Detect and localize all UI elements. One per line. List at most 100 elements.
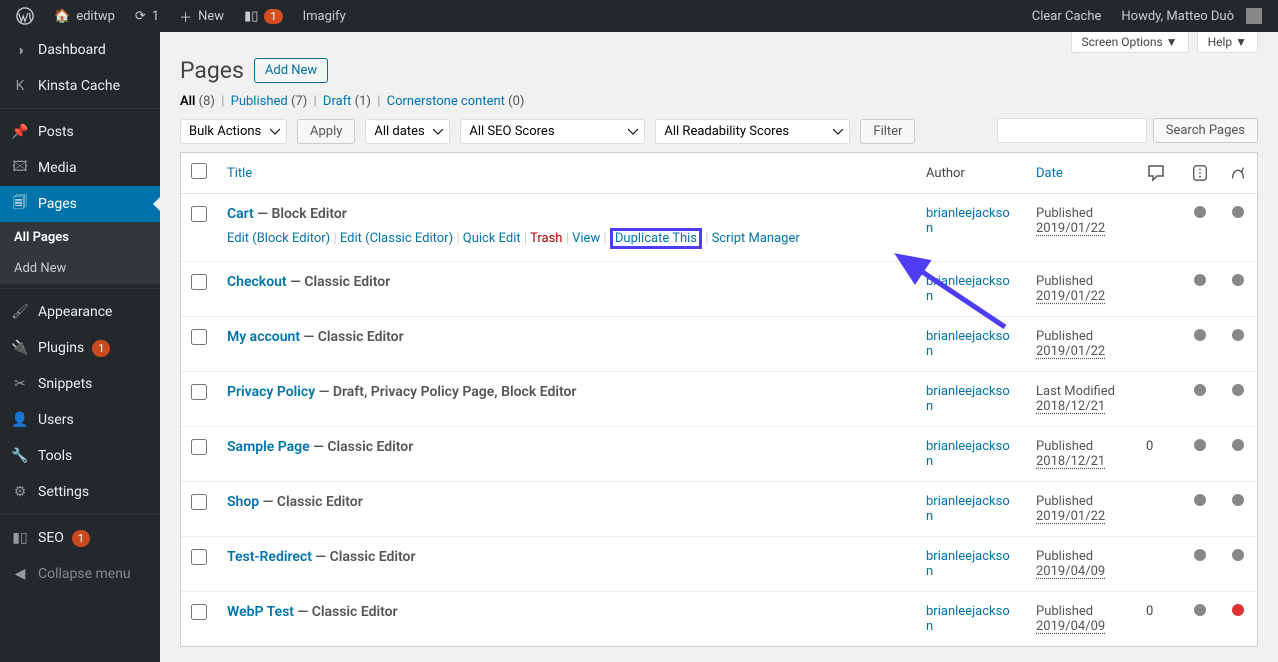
sidebar-settings[interactable]: ⚙Settings: [0, 474, 160, 510]
sidebar-appearance[interactable]: 🖌Appearance: [0, 294, 160, 330]
row-actions: Edit (Block Editor) | Edit (Classic Edit…: [227, 228, 906, 249]
post-state: — Draft, Privacy Policy Page, Block Edit…: [315, 384, 576, 400]
refresh-link[interactable]: ⟳1: [127, 0, 167, 32]
author-link[interactable]: brianleejackson: [926, 274, 1010, 304]
sidebar-collapse[interactable]: ◀Collapse menu: [0, 556, 160, 592]
sidebar-seo[interactable]: ▮▯SEO 1: [0, 520, 160, 556]
quick-edit-link[interactable]: Quick Edit: [463, 231, 521, 246]
page-title-link[interactable]: WebP Test: [227, 604, 294, 620]
sidebar-add-new[interactable]: Add New: [0, 253, 160, 284]
author-link[interactable]: brianleejackson: [926, 329, 1010, 359]
author-link[interactable]: brianleejackson: [926, 494, 1010, 524]
row-checkbox[interactable]: [191, 206, 207, 222]
sidebar-users[interactable]: 👤Users: [0, 402, 160, 438]
sidebar-tools[interactable]: 🔧Tools: [0, 438, 160, 474]
seo-dot: [1194, 274, 1206, 286]
sidebar-posts[interactable]: 📌Posts: [0, 114, 160, 150]
post-state: — Classic Editor: [310, 439, 414, 455]
sidebar-snippets[interactable]: ✂Snippets: [0, 366, 160, 402]
col-seo[interactable]: [1181, 153, 1219, 194]
duplicate-link[interactable]: Duplicate This: [615, 231, 697, 246]
page-title-link[interactable]: My account: [227, 329, 300, 345]
new-content[interactable]: ＋New: [171, 0, 232, 32]
page-title-link[interactable]: Test-Redirect: [227, 549, 312, 565]
author-link[interactable]: brianleejackson: [926, 604, 1010, 634]
author-link[interactable]: brianleejackson: [926, 384, 1010, 414]
author-link[interactable]: brianleejackson: [926, 439, 1010, 469]
imagify-link[interactable]: Imagify: [295, 0, 354, 32]
comments-cell: [1136, 261, 1181, 316]
col-author: Author: [916, 153, 1026, 194]
row-checkbox[interactable]: [191, 604, 207, 620]
sidebar-plugins[interactable]: 🔌Plugins 1: [0, 330, 160, 366]
select-all-checkbox[interactable]: [191, 163, 207, 179]
edit-block-link[interactable]: Edit (Block Editor): [227, 231, 330, 246]
post-state: — Block Editor: [254, 206, 347, 222]
brush-icon: 🖌: [10, 302, 30, 322]
view-all[interactable]: All: [180, 94, 195, 109]
comments-cell: [1136, 194, 1181, 261]
refresh-icon: ⟳: [135, 9, 146, 24]
seo-filter-select[interactable]: All SEO Scores: [460, 119, 645, 144]
filter-button[interactable]: Filter: [860, 119, 915, 144]
view-link[interactable]: View: [572, 231, 600, 246]
add-new-button[interactable]: Add New: [254, 58, 328, 83]
sidebar-kinsta[interactable]: KKinsta Cache: [0, 68, 160, 104]
view-draft[interactable]: Draft: [323, 94, 352, 109]
view-published[interactable]: Published: [231, 94, 288, 109]
row-checkbox[interactable]: [191, 329, 207, 345]
search-input[interactable]: [997, 118, 1147, 143]
page-title-link[interactable]: Checkout: [227, 274, 287, 290]
collapse-icon: ◀: [10, 564, 30, 584]
seo-dot: [1194, 494, 1206, 506]
readability-filter-select[interactable]: All Readability Scores: [655, 119, 850, 144]
wp-logo[interactable]: [8, 0, 42, 32]
sidebar-pages[interactable]: 🗐Pages: [0, 186, 160, 222]
apply-button[interactable]: Apply: [297, 119, 355, 144]
author-link[interactable]: brianleejackson: [926, 206, 1010, 236]
date-filter-select[interactable]: All dates: [365, 119, 450, 144]
script-manager-link[interactable]: Script Manager: [712, 231, 800, 246]
date-status: Last Modified: [1036, 384, 1115, 399]
site-name[interactable]: 🏠editwp: [46, 0, 123, 32]
date-status: Published: [1036, 439, 1093, 454]
row-checkbox[interactable]: [191, 439, 207, 455]
row-checkbox[interactable]: [191, 274, 207, 290]
seo-dot: [1194, 384, 1206, 396]
date-status: Published: [1036, 604, 1093, 619]
post-state: — Classic Editor: [287, 274, 391, 290]
row-checkbox[interactable]: [191, 494, 207, 510]
bulk-actions-select[interactable]: Bulk Actions: [180, 119, 287, 144]
col-title[interactable]: Title: [227, 166, 252, 181]
page-title-link[interactable]: Shop: [227, 494, 259, 510]
readability-dot: [1232, 329, 1244, 341]
avatar: [1246, 8, 1262, 24]
date-status: Published: [1036, 329, 1093, 344]
date-status: Published: [1036, 494, 1093, 509]
page-title-link[interactable]: Privacy Policy: [227, 384, 315, 400]
wrench-icon: 🔧: [10, 446, 30, 466]
howdy-user[interactable]: Howdy, Matteo Duò: [1113, 0, 1270, 32]
edit-classic-link[interactable]: Edit (Classic Editor): [340, 231, 453, 246]
page-title-link[interactable]: Sample Page: [227, 439, 310, 455]
col-date[interactable]: Date: [1036, 166, 1063, 181]
row-checkbox[interactable]: [191, 549, 207, 565]
comments-cell: [1136, 536, 1181, 591]
row-checkbox[interactable]: [191, 384, 207, 400]
col-comments[interactable]: [1136, 153, 1181, 194]
help-tab[interactable]: Help ▼: [1197, 32, 1258, 53]
page-title-link[interactable]: Cart: [227, 206, 254, 222]
search-button[interactable]: Search Pages: [1153, 118, 1258, 143]
clear-cache[interactable]: Clear Cache: [1024, 0, 1110, 32]
sidebar-all-pages[interactable]: All Pages: [0, 222, 160, 253]
date-value: 2019/01/22: [1036, 289, 1105, 304]
col-readability[interactable]: [1219, 153, 1257, 194]
post-state: — Classic Editor: [259, 494, 363, 510]
yoast-indicator[interactable]: ▮▯1: [236, 0, 291, 32]
view-cornerstone[interactable]: Cornerstone content: [387, 94, 505, 109]
trash-link[interactable]: Trash: [530, 231, 562, 246]
sidebar-media[interactable]: 🖾Media: [0, 150, 160, 186]
sidebar-dashboard[interactable]: ◑Dashboard: [0, 32, 160, 68]
author-link[interactable]: brianleejackson: [926, 549, 1010, 579]
screen-options-tab[interactable]: Screen Options ▼: [1071, 32, 1189, 53]
